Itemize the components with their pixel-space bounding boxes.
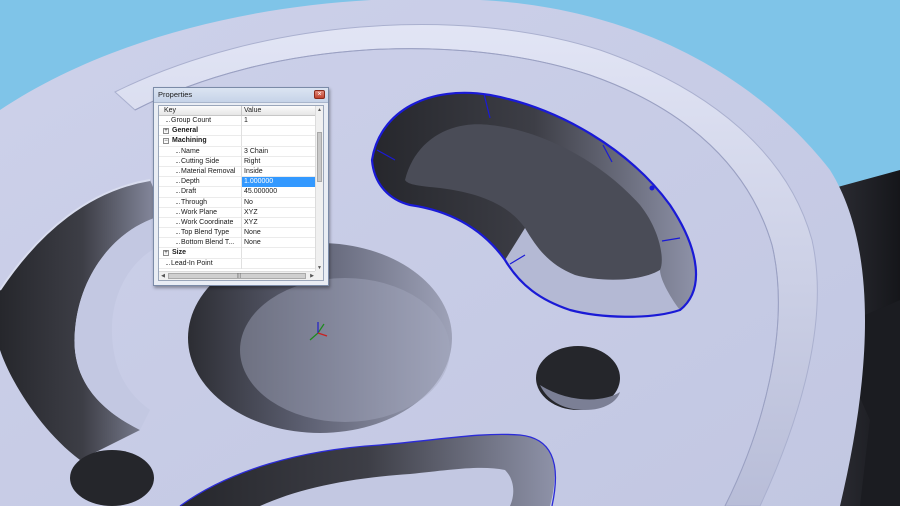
property-value[interactable]: Right <box>241 156 316 167</box>
property-value[interactable]: 3 Chain <box>241 146 316 157</box>
tree-connector <box>176 161 180 164</box>
property-key: Machining <box>172 137 207 145</box>
property-row[interactable]: Bottom Blend T... None <box>159 238 316 249</box>
property-value <box>241 136 316 147</box>
property-key: Work Coordinate <box>181 218 234 226</box>
property-value[interactable]: 45.000000 <box>241 187 316 198</box>
property-row[interactable]: Depth 1.000000 <box>159 177 316 188</box>
property-key: Size <box>172 249 187 257</box>
tree-connector <box>166 263 170 266</box>
properties-title: Properties <box>158 90 193 99</box>
center-bore-floor <box>240 278 450 422</box>
property-value[interactable]: None <box>241 238 316 249</box>
vertical-scroll-thumb[interactable] <box>317 132 322 182</box>
scroll-up-icon[interactable]: ▲ <box>316 106 323 114</box>
property-key: Depth <box>181 178 200 186</box>
property-row[interactable]: Draft 45.000000 <box>159 187 316 198</box>
property-row[interactable]: Cutting Side Right <box>159 156 316 167</box>
property-row[interactable]: Work Plane XYZ <box>159 207 316 218</box>
tree-connector <box>176 212 180 215</box>
close-icon[interactable]: × <box>314 90 325 99</box>
tree-connector <box>176 233 180 235</box>
property-key: Bottom Blend T... <box>181 239 235 247</box>
property-value[interactable]: None <box>241 228 316 239</box>
tree-connector <box>176 243 180 245</box>
property-key: Work Plane <box>181 208 218 216</box>
column-header-key[interactable]: Key <box>164 106 176 115</box>
property-row[interactable]: Lead-In Point <box>159 258 316 269</box>
tree-connector <box>176 171 180 174</box>
property-rows: Group Count 1 + General − Machining Name 3 Chai… <box>159 116 316 269</box>
property-value <box>241 248 316 259</box>
column-header-value[interactable]: Value <box>241 106 261 115</box>
tree-connector <box>176 182 180 184</box>
property-group-row[interactable]: + General <box>159 126 316 137</box>
property-value[interactable] <box>241 258 316 269</box>
properties-titlebar[interactable]: Properties × <box>154 88 328 103</box>
property-key: Group Count <box>171 117 212 124</box>
property-value[interactable]: Inside <box>241 166 316 177</box>
property-group-row[interactable]: + Size <box>159 248 316 259</box>
property-key: Lead-In Point <box>171 259 213 267</box>
property-grid-header: Key Value <box>159 106 316 116</box>
expand-icon[interactable]: + <box>163 250 169 257</box>
property-row[interactable]: Work Coordinate XYZ <box>159 217 316 229</box>
vertical-scrollbar[interactable]: ▲ ▼ <box>315 106 323 272</box>
property-grid: Key Value Group Count 1 + General − Machining… <box>158 105 324 281</box>
property-key: Draft <box>181 188 197 196</box>
property-key: Through <box>181 198 208 206</box>
property-value[interactable]: No <box>241 197 316 208</box>
scroll-corner <box>315 271 323 280</box>
property-group-row[interactable]: − Machining <box>159 136 316 147</box>
tree-connector <box>176 192 180 194</box>
horizontal-scrollbar[interactable]: ◀ ||| ▶ <box>159 271 316 280</box>
small-hole-left <box>70 450 154 506</box>
property-row[interactable]: Material Removal Inside <box>159 166 316 178</box>
expand-icon[interactable]: + <box>163 128 169 135</box>
tree-connector <box>176 151 180 154</box>
property-row[interactable]: Top Blend Type None <box>159 228 316 239</box>
property-value[interactable]: XYZ <box>241 207 316 218</box>
collapse-icon[interactable]: − <box>163 138 169 145</box>
property-key: General <box>172 127 199 135</box>
property-row[interactable]: Name 3 Chain <box>159 146 316 157</box>
property-row[interactable]: Group Count 1 <box>159 116 316 127</box>
scroll-left-icon[interactable]: ◀ <box>159 272 167 280</box>
property-key: Cutting Side <box>181 157 220 165</box>
tree-connector <box>166 121 170 123</box>
contour-start-point <box>649 185 655 191</box>
tree-connector <box>176 202 180 205</box>
property-row[interactable]: Through No <box>159 197 316 208</box>
scroll-grip-icon: ||| <box>237 273 241 279</box>
tree-connector <box>176 222 180 225</box>
property-key: Material Removal <box>181 167 236 175</box>
property-key: Name <box>181 147 200 155</box>
property-value[interactable]: 1 <box>241 116 316 126</box>
horizontal-scroll-thumb[interactable]: ||| <box>168 273 306 279</box>
cad-viewport[interactable] <box>0 0 900 506</box>
property-value <box>241 126 316 137</box>
properties-window[interactable]: Properties × Key Value Group Count 1 + Gene… <box>153 87 329 286</box>
property-value[interactable]: XYZ <box>241 217 316 228</box>
property-key: Top Blend Type <box>181 229 230 237</box>
property-value[interactable]: 1.000000 <box>241 177 316 188</box>
